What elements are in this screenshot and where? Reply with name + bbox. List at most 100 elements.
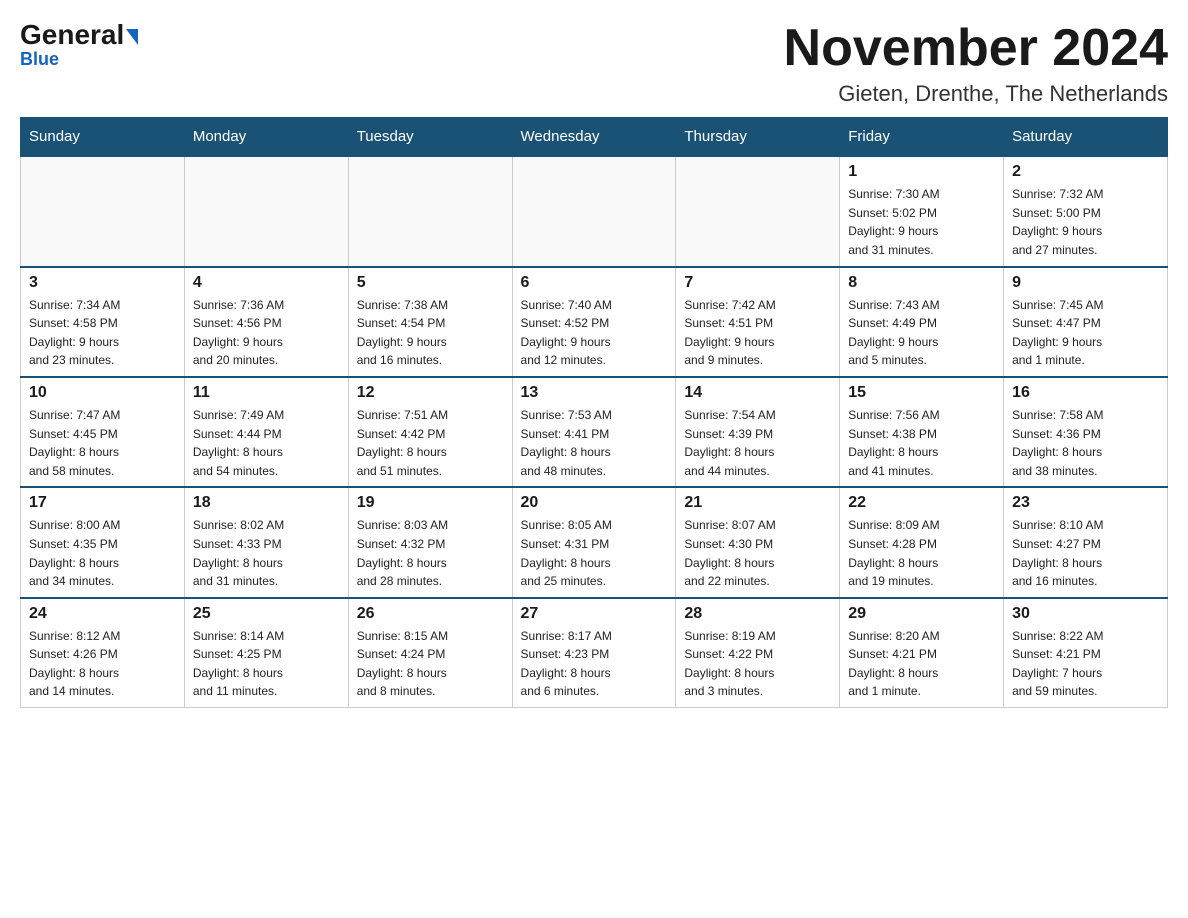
calendar-cell: 20Sunrise: 8:05 AMSunset: 4:31 PMDayligh… [512,487,676,597]
calendar-week-row-4: 17Sunrise: 8:00 AMSunset: 4:35 PMDayligh… [21,487,1168,597]
calendar-cell: 17Sunrise: 8:00 AMSunset: 4:35 PMDayligh… [21,487,185,597]
calendar-cell: 22 Sunrise: 8:09 AMSunset: 4:28 PMDayligh… [840,487,1004,597]
day-info: Sunrise: 8:15 AMSunset: 4:24 PMDaylight:… [357,627,504,701]
calendar-cell [676,156,840,266]
calendar-header-friday: Friday [840,118,1004,157]
day-number: 29 [848,605,995,623]
day-number: 15 [848,384,995,402]
day-number: 20 [521,494,668,512]
day-number: 24 [29,605,176,623]
day-number: 16 [1012,384,1159,402]
calendar-week-row-2: 3 Sunrise: 7:34 AMSunset: 4:58 PMDaylight… [21,267,1168,377]
day-info: Sunrise: 7:51 AMSunset: 4:42 PMDaylight:… [357,406,504,480]
calendar-header-sunday: Sunday [21,118,185,157]
day-number: 14 [684,384,831,402]
day-info: Sunrise: 7:47 AMSunset: 4:45 PMDaylight:… [29,406,176,480]
calendar-cell [512,156,676,266]
day-info: Sunrise: 7:42 AMSunset: 4:51 PMDaylight:… [684,296,831,370]
calendar-cell: 8Sunrise: 7:43 AMSunset: 4:49 PMDaylight… [840,267,1004,377]
day-info: Sunrise: 7:53 AMSunset: 4:41 PMDaylight:… [521,406,668,480]
day-info: Sunrise: 8:07 AMSunset: 4:30 PMDaylight:… [684,516,831,590]
day-info: Sunrise: 8:03 AMSunset: 4:32 PMDaylight:… [357,516,504,590]
calendar-week-row-3: 10Sunrise: 7:47 AMSunset: 4:45 PMDayligh… [21,377,1168,487]
calendar-cell: 29 Sunrise: 8:20 AMSunset: 4:21 PMDayligh… [840,598,1004,708]
calendar-cell: 14 Sunrise: 7:54 AMSunset: 4:39 PMDayligh… [676,377,840,487]
calendar-header-tuesday: Tuesday [348,118,512,157]
title-section: November 2024 Gieten, Drenthe, The Nethe… [784,20,1168,107]
calendar-cell: 26Sunrise: 8:15 AMSunset: 4:24 PMDayligh… [348,598,512,708]
calendar-cell [21,156,185,266]
calendar-header-saturday: Saturday [1004,118,1168,157]
day-number: 23 [1012,494,1159,512]
calendar-header-wednesday: Wednesday [512,118,676,157]
calendar-cell: 19Sunrise: 8:03 AMSunset: 4:32 PMDayligh… [348,487,512,597]
logo: General Blue [20,20,138,70]
calendar-cell: 5 Sunrise: 7:38 AMSunset: 4:54 PMDaylight… [348,267,512,377]
calendar-cell: 10Sunrise: 7:47 AMSunset: 4:45 PMDayligh… [21,377,185,487]
calendar-week-row-1: 1 Sunrise: 7:30 AMSunset: 5:02 PMDaylight… [21,156,1168,266]
day-number: 6 [521,274,668,292]
calendar-header-row: SundayMondayTuesdayWednesdayThursdayFrid… [21,118,1168,157]
calendar-cell: 18 Sunrise: 8:02 AMSunset: 4:33 PMDayligh… [184,487,348,597]
day-number: 3 [29,274,176,292]
calendar-header-thursday: Thursday [676,118,840,157]
calendar-cell: 4 Sunrise: 7:36 AMSunset: 4:56 PMDaylight… [184,267,348,377]
day-info: Sunrise: 8:20 AMSunset: 4:21 PMDaylight:… [848,627,995,701]
day-number: 22 [848,494,995,512]
day-info: Sunrise: 8:22 AMSunset: 4:21 PMDaylight:… [1012,627,1159,701]
day-number: 5 [357,274,504,292]
day-info: Sunrise: 8:10 AMSunset: 4:27 PMDaylight:… [1012,516,1159,590]
day-info: Sunrise: 7:40 AMSunset: 4:52 PMDaylight:… [521,296,668,370]
calendar-cell: 2 Sunrise: 7:32 AMSunset: 5:00 PMDaylight… [1004,156,1168,266]
calendar-cell: 12 Sunrise: 7:51 AMSunset: 4:42 PMDayligh… [348,377,512,487]
day-info: Sunrise: 8:12 AMSunset: 4:26 PMDaylight:… [29,627,176,701]
day-number: 8 [848,274,995,292]
day-number: 7 [684,274,831,292]
day-info: Sunrise: 7:30 AMSunset: 5:02 PMDaylight:… [848,185,995,259]
day-info: Sunrise: 7:32 AMSunset: 5:00 PMDaylight:… [1012,185,1159,259]
logo-general: General [20,20,138,51]
calendar-cell [348,156,512,266]
page-header: General Blue November 2024 Gieten, Drent… [20,20,1168,107]
day-number: 18 [193,494,340,512]
day-info: Sunrise: 7:45 AMSunset: 4:47 PMDaylight:… [1012,296,1159,370]
day-number: 1 [848,163,995,181]
day-info: Sunrise: 7:38 AMSunset: 4:54 PMDaylight:… [357,296,504,370]
day-number: 12 [357,384,504,402]
day-number: 13 [521,384,668,402]
day-number: 17 [29,494,176,512]
day-info: Sunrise: 7:34 AMSunset: 4:58 PMDaylight:… [29,296,176,370]
day-info: Sunrise: 8:19 AMSunset: 4:22 PMDaylight:… [684,627,831,701]
day-info: Sunrise: 7:56 AMSunset: 4:38 PMDaylight:… [848,406,995,480]
calendar-cell: 16Sunrise: 7:58 AMSunset: 4:36 PMDayligh… [1004,377,1168,487]
day-info: Sunrise: 8:17 AMSunset: 4:23 PMDaylight:… [521,627,668,701]
day-info: Sunrise: 7:36 AMSunset: 4:56 PMDaylight:… [193,296,340,370]
calendar-cell: 30 Sunrise: 8:22 AMSunset: 4:21 PMDayligh… [1004,598,1168,708]
calendar-cell: 27 Sunrise: 8:17 AMSunset: 4:23 PMDayligh… [512,598,676,708]
day-number: 21 [684,494,831,512]
day-number: 9 [1012,274,1159,292]
calendar-cell: 9 Sunrise: 7:45 AMSunset: 4:47 PMDaylight… [1004,267,1168,377]
calendar-cell: 11Sunrise: 7:49 AMSunset: 4:44 PMDayligh… [184,377,348,487]
day-info: Sunrise: 7:54 AMSunset: 4:39 PMDaylight:… [684,406,831,480]
day-number: 11 [193,384,340,402]
location-title: Gieten, Drenthe, The Netherlands [784,81,1168,107]
calendar-cell: 25Sunrise: 8:14 AMSunset: 4:25 PMDayligh… [184,598,348,708]
logo-blue: Blue [20,49,59,70]
calendar-cell: 15 Sunrise: 7:56 AMSunset: 4:38 PMDayligh… [840,377,1004,487]
day-number: 4 [193,274,340,292]
calendar-week-row-5: 24 Sunrise: 8:12 AMSunset: 4:26 PMDayligh… [21,598,1168,708]
calendar-cell: 28Sunrise: 8:19 AMSunset: 4:22 PMDayligh… [676,598,840,708]
day-info: Sunrise: 8:09 AMSunset: 4:28 PMDaylight:… [848,516,995,590]
day-info: Sunrise: 8:02 AMSunset: 4:33 PMDaylight:… [193,516,340,590]
day-number: 25 [193,605,340,623]
day-number: 2 [1012,163,1159,181]
month-title: November 2024 [784,20,1168,77]
calendar-cell [184,156,348,266]
day-number: 27 [521,605,668,623]
day-number: 30 [1012,605,1159,623]
calendar-cell: 23 Sunrise: 8:10 AMSunset: 4:27 PMDayligh… [1004,487,1168,597]
calendar-cell: 1 Sunrise: 7:30 AMSunset: 5:02 PMDaylight… [840,156,1004,266]
calendar-cell: 6 Sunrise: 7:40 AMSunset: 4:52 PMDaylight… [512,267,676,377]
calendar-header-monday: Monday [184,118,348,157]
